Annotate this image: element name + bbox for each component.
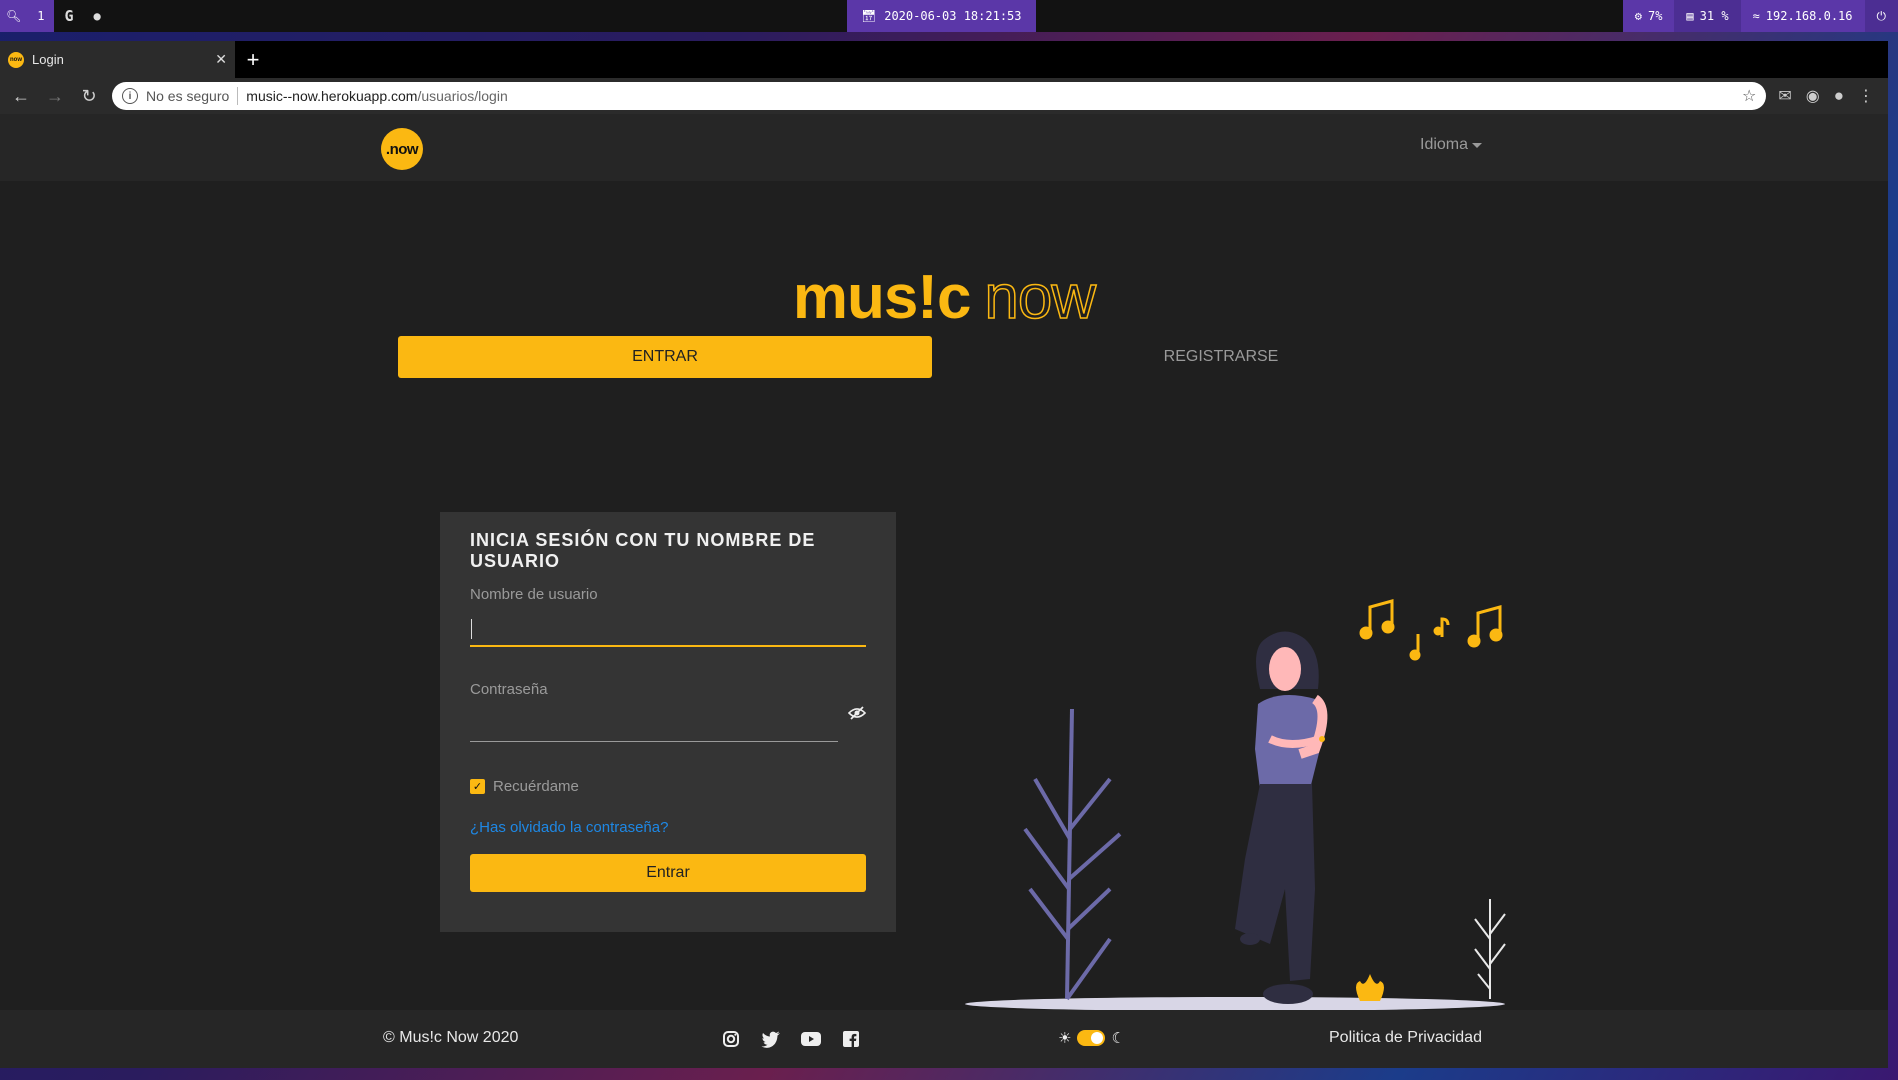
theme-switch[interactable]: [1077, 1030, 1106, 1046]
power-icon[interactable]: ⏻: [1864, 0, 1898, 32]
brand-now: now: [984, 262, 1097, 333]
calendar-icon: 📅︎: [861, 9, 877, 23]
disk-icon: ▤: [1686, 9, 1694, 23]
username-input[interactable]: [470, 607, 866, 647]
sun-icon: ☀: [1058, 1030, 1072, 1047]
profile-icon[interactable]: ●: [1834, 86, 1844, 106]
brand-wordmark: mus!c now: [0, 262, 1888, 333]
browser-toolbar: ← → ↻ i No es seguro music--now.herokuap…: [0, 78, 1888, 114]
woman-music-illustration: [965, 599, 1506, 1011]
ip-value: 192.168.0.16: [1765, 9, 1853, 23]
instagram-icon[interactable]: [720, 1028, 742, 1050]
switch-knob: [1091, 1032, 1104, 1044]
reload-button[interactable]: ↻: [74, 81, 104, 111]
bookmark-star-icon[interactable]: ☆: [1742, 86, 1756, 106]
menu-kebab-icon[interactable]: ⋮: [1858, 86, 1874, 106]
info-icon[interactable]: i: [122, 88, 138, 104]
theme-toggle[interactable]: ☀ ☾: [1058, 1029, 1125, 1047]
youtube-icon[interactable]: [800, 1028, 822, 1050]
url-path: /usuarios/login: [417, 88, 508, 104]
text-cursor: [471, 619, 472, 639]
brand-music: mus!c: [792, 263, 972, 332]
close-tab-icon[interactable]: ✕: [215, 51, 227, 68]
tab-login[interactable]: ENTRAR: [398, 336, 932, 378]
search-icon[interactable]: 🔍︎: [0, 0, 28, 32]
datetime: 2020-06-03 18:21:53: [884, 9, 1022, 23]
password-input[interactable]: [470, 702, 838, 742]
address-bar[interactable]: i No es seguro music--now.herokuapp.com/…: [112, 82, 1767, 110]
tab-register[interactable]: REGISTRARSE: [932, 336, 1470, 378]
cpu-widget: ⚙ 7%: [1622, 0, 1675, 32]
login-submit-button[interactable]: Entrar: [470, 854, 866, 892]
datetime-widget: 📅︎ 2020-06-03 18:21:53: [847, 0, 1036, 32]
security-label: No es seguro: [146, 88, 230, 104]
web-page: .now Idioma mus!c now ENTRAR REGISTRARSE …: [0, 114, 1888, 1068]
login-title: INICIA SESIÓN CON TU NOMBRE DE USUARIO: [470, 530, 816, 571]
remember-label: Recuérdame: [493, 778, 579, 795]
remember-checkbox[interactable]: ✓: [470, 779, 485, 794]
tab-strip: now Login ✕ +: [0, 41, 1888, 78]
language-dropdown[interactable]: Idioma: [1420, 136, 1483, 154]
tab-title: Login: [32, 52, 64, 67]
copyright: © Mus!c Now 2020: [383, 1029, 519, 1046]
disk-value: 31 %: [1699, 9, 1729, 23]
site-footer: © Mus!c Now 2020 ☀ ☾ Politica de Privaci…: [0, 1010, 1888, 1068]
remember-me[interactable]: ✓ Recuérdame: [470, 778, 866, 795]
site-navbar: .now Idioma: [0, 114, 1888, 181]
password-label: Contraseña: [470, 681, 548, 698]
forgot-password-link[interactable]: ¿Has olvidado la contraseña?: [470, 819, 866, 836]
cpu-value: 7%: [1647, 9, 1663, 23]
os-top-bar: 🔍︎ 1 G ● 📅︎ 2020-06-03 18:21:53 ⚙ 7% ▤ 31 …: [0, 0, 1898, 32]
url-host: music--now.herokuapp.com: [246, 88, 418, 104]
facebook-icon[interactable]: [840, 1028, 862, 1050]
extension-circle-icon[interactable]: ◉: [1806, 86, 1820, 106]
moon-icon: ☾: [1111, 1030, 1125, 1047]
eye-slash-icon[interactable]: [847, 705, 867, 726]
network-icon: ≈: [1752, 9, 1760, 23]
workspace-indicator[interactable]: 1: [27, 0, 55, 32]
url: music--now.herokuapp.com/usuarios/login: [246, 88, 507, 104]
separator: [237, 87, 239, 105]
site-logo[interactable]: .now: [381, 128, 423, 170]
language-label: Idioma: [1420, 136, 1469, 153]
browser-tab[interactable]: now Login ✕: [0, 41, 235, 78]
disk-widget: ▤ 31 %: [1674, 0, 1741, 32]
forward-button[interactable]: →: [40, 81, 70, 111]
back-button[interactable]: ←: [6, 81, 36, 111]
extension-mail-icon[interactable]: ✉: [1778, 86, 1791, 106]
google-icon[interactable]: G: [54, 0, 83, 32]
favicon-icon: now: [8, 51, 24, 68]
browser-window: now Login ✕ + ← → ↻ i No es seguro music…: [0, 41, 1888, 1068]
username-label: Nombre de usuario: [470, 586, 598, 603]
auth-tabs: ENTRAR REGISTRARSE: [398, 336, 1470, 378]
privacy-link[interactable]: Politica de Privacidad: [1329, 1029, 1482, 1047]
github-icon[interactable]: ●: [84, 0, 111, 32]
network-widget: ≈192.168.0.16: [1740, 0, 1865, 32]
login-card: INICIA SESIÓN CON TU NOMBRE DE USUARIO N…: [440, 512, 896, 932]
twitter-icon[interactable]: [760, 1028, 782, 1050]
social-links: [720, 1028, 862, 1050]
cpu-icon: ⚙: [1634, 9, 1642, 23]
caret-down-icon: [1472, 142, 1483, 148]
new-tab-button[interactable]: +: [235, 41, 271, 78]
